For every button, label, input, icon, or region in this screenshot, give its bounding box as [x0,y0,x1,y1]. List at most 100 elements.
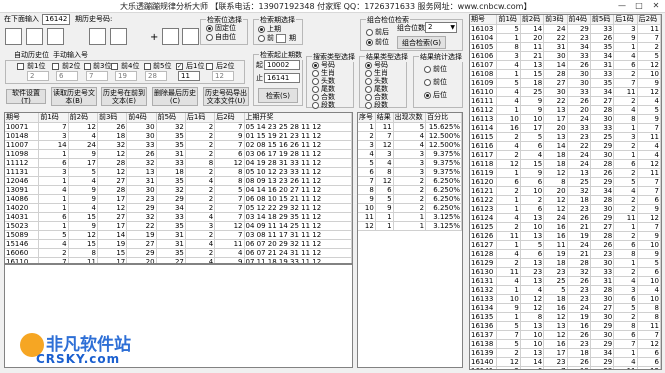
number-input-4[interactable] [89,28,106,45]
position-checkbox[interactable] [111,63,118,70]
result-stat-radio-back[interactable] [424,92,431,99]
combo-bits-select[interactable]: 2 ▼ [425,22,457,33]
export-history-button[interactable]: 历史号码导出文本文件(U) [203,87,249,106]
result-type-radio-tail[interactable] [365,86,372,93]
result-type-radio-head[interactable] [365,78,372,85]
search-type-radio-number[interactable] [312,62,319,69]
search-button[interactable]: 检索(S) [258,88,298,103]
column-header[interactable]: 序号 [358,113,376,123]
column-header[interactable]: 期号 [5,113,40,123]
table-row[interactable]: 9 5 2 6.250% [358,194,462,204]
table-row[interactable]: 2 7 4 12.500% [358,131,462,141]
table-row[interactable]: 14086 1 9 17 23 29 2 7 06 08 10 15 21 11 12 [5,194,352,204]
prev-period-radio[interactable] [258,35,265,42]
number-input-3[interactable] [47,28,64,45]
position-value[interactable]: 2 [27,71,49,81]
table-row[interactable]: 16121 2 10 20 32 34 4 7 [470,186,661,196]
table-row[interactable]: 16105 8 11 31 34 35 1 2 [470,42,661,52]
column-header[interactable]: 前4码 [126,113,157,123]
minimize-button[interactable]: — [614,0,630,12]
position-checkbox[interactable] [144,63,151,70]
column-header[interactable]: 前1码 [496,15,521,25]
table-row[interactable]: 11 1 1 3.125% [358,212,462,222]
position-checkbox-checked[interactable]: ✓ [176,63,183,70]
table-row[interactable]: 15089 5 12 14 19 31 2 7 03 08 11 17 31 11 12 [5,230,352,240]
table-row[interactable]: 16122 1 2 12 18 28 2 6 [470,195,661,205]
table-row[interactable]: 16103 5 14 24 29 33 3 11 [470,24,661,34]
result-stat-radio-front[interactable] [424,66,431,73]
table-row[interactable]: 16111 4 9 22 26 27 2 4 [470,96,661,106]
table-row[interactable]: 1614126719281112 [470,366,661,369]
table-row[interactable]: 16123 1 6 12 23 30 2 9 [470,204,661,214]
fixed-position-radio[interactable] [206,25,213,32]
table-row[interactable]: 3 12 4 12.500% [358,140,462,150]
search-type-radio-segment[interactable] [312,102,319,109]
history-to-text-button[interactable]: 历史号在前到文本(E) [101,87,147,106]
result-stat-radio-front2[interactable] [424,79,431,86]
table-row[interactable]: 16139 2 13 17 18 34 1 6 [470,348,661,358]
table-row[interactable]: 16119 1 9 12 13 26 2 11 [470,168,661,178]
close-button[interactable]: ✕ [648,0,664,12]
table-row[interactable]: 16118 12 15 18 24 28 6 12 [470,159,661,169]
combo-search-button[interactable]: 组合检索(G) [397,36,446,49]
table-row[interactable]: 16130 11 23 23 32 33 2 6 [470,267,661,277]
search-type-radio-head[interactable] [312,78,319,85]
table-row[interactable]: 16140 12 14 23 26 29 4 6 [470,357,661,367]
prev-period-count-input[interactable] [276,34,286,43]
table-row[interactable]: 16114 16 17 20 33 33 1 7 [470,123,661,133]
table-row[interactable]: 10071 7 12 26 30 32 2 7 05 14 23 25 28 11 12 [5,122,352,132]
table-row[interactable]: 16135 1 8 12 19 30 2 8 [470,312,661,322]
column-header[interactable]: 百分比 [425,113,462,123]
table-row[interactable]: 15146 4 15 19 27 31 4 11 06 07 20 29 32 11 12 [5,239,352,249]
position-checkbox[interactable] [17,63,24,70]
position-value[interactable]: 19 [115,71,137,81]
last-period-radio[interactable] [258,26,265,33]
stat-table[interactable]: 序号 结果 出现次数 百分比 1 11 5 15.625% 2 7 4 12.500% 3 12 4 12.… [357,112,463,368]
result-type-radio-segment[interactable] [365,102,372,109]
table-row[interactable]: 16108 1 15 28 30 33 2 10 [470,69,661,79]
column-header[interactable]: 前2码 [520,15,545,25]
position-checkbox[interactable] [206,63,213,70]
table-row[interactable]: 11007 14 24 32 33 35 2 7 02 08 15 16 26 11 12 [5,140,352,150]
table-row[interactable]: 11098 1 9 12 26 31 2 6 03 06 17 19 28 11 12 [5,149,352,159]
search-type-radio-zodiac[interactable] [312,70,319,77]
table-row[interactable]: 4 3 3 9.375% [358,149,462,159]
position-checkbox[interactable] [84,63,91,70]
column-header[interactable]: 前2码 [68,113,98,123]
table-row[interactable]: 16125 2 10 16 21 27 1 7 [470,222,661,232]
position-value[interactable]: 6 [56,71,78,81]
table-row[interactable]: 10148 3 4 18 30 35 2 9 01 15 19 21 23 11 12 [5,131,352,141]
number-input-6[interactable] [162,28,179,45]
table-row[interactable]: 16138 5 10 16 23 29 7 12 [470,339,661,349]
table-row[interactable]: 15023 1 9 17 22 35 3 12 04 09 11 14 25 11 12 [5,221,352,231]
column-header[interactable]: 出现次数 [393,113,427,123]
table-row[interactable]: 16106 3 21 30 33 34 4 5 [470,51,661,61]
table-row[interactable]: 16104 1 20 22 23 26 9 7 [470,33,661,43]
table-row[interactable]: 16120 6 6 8 25 29 5 7 [470,177,661,187]
table-row[interactable]: 13091 4 9 28 30 32 2 5 04 14 16 20 27 11 12 [5,185,352,195]
column-header[interactable]: 后1码 [185,113,216,123]
column-header[interactable]: 后2码 [637,15,661,25]
read-history-button[interactable]: 读取历史号文本(B) [51,87,97,106]
table-row[interactable]: 16116 4 6 14 22 29 2 4 [470,141,661,151]
combo-front-radio[interactable] [366,39,373,46]
result-type-radio-number[interactable] [365,62,372,69]
table-row[interactable]: 7 12 2 6.250% [358,176,462,186]
table-row[interactable]: 14020 1 4 12 29 34 2 7 05 12 22 29 32 11 12 [5,203,352,213]
manual-input-label[interactable]: 手动输入号 [53,51,88,60]
column-header[interactable]: 期号 [470,15,498,25]
table-row[interactable]: 16110 7 11 17 20 27 4 9 07 11 18 19 33 11 12 [5,257,352,263]
table-row[interactable]: 10 9 2 6.250% [358,203,462,213]
table-row[interactable]: 16133 10 12 18 23 30 6 10 [470,294,661,304]
table-row[interactable]: 16109 5 18 27 30 35 7 9 [470,78,661,88]
table-row[interactable]: 11131 3 5 12 13 18 2 8 05 10 12 23 33 11 12 [5,167,352,177]
table-row[interactable]: 16129 2 13 18 28 30 1 5 [470,258,661,268]
table-row[interactable]: 14031 6 15 27 32 33 4 7 03 14 18 29 35 11 12 [5,212,352,222]
column-header[interactable]: 上期开奖 [244,113,352,123]
table-row[interactable]: 16124 4 13 24 26 29 11 12 [470,213,661,223]
free-position-radio[interactable] [206,34,213,41]
position-value[interactable]: 28 [145,71,167,81]
number-input-2[interactable] [26,28,43,45]
column-header[interactable]: 前1码 [38,113,69,123]
table-row[interactable]: 16131 4 13 25 26 31 4 10 [470,276,661,286]
